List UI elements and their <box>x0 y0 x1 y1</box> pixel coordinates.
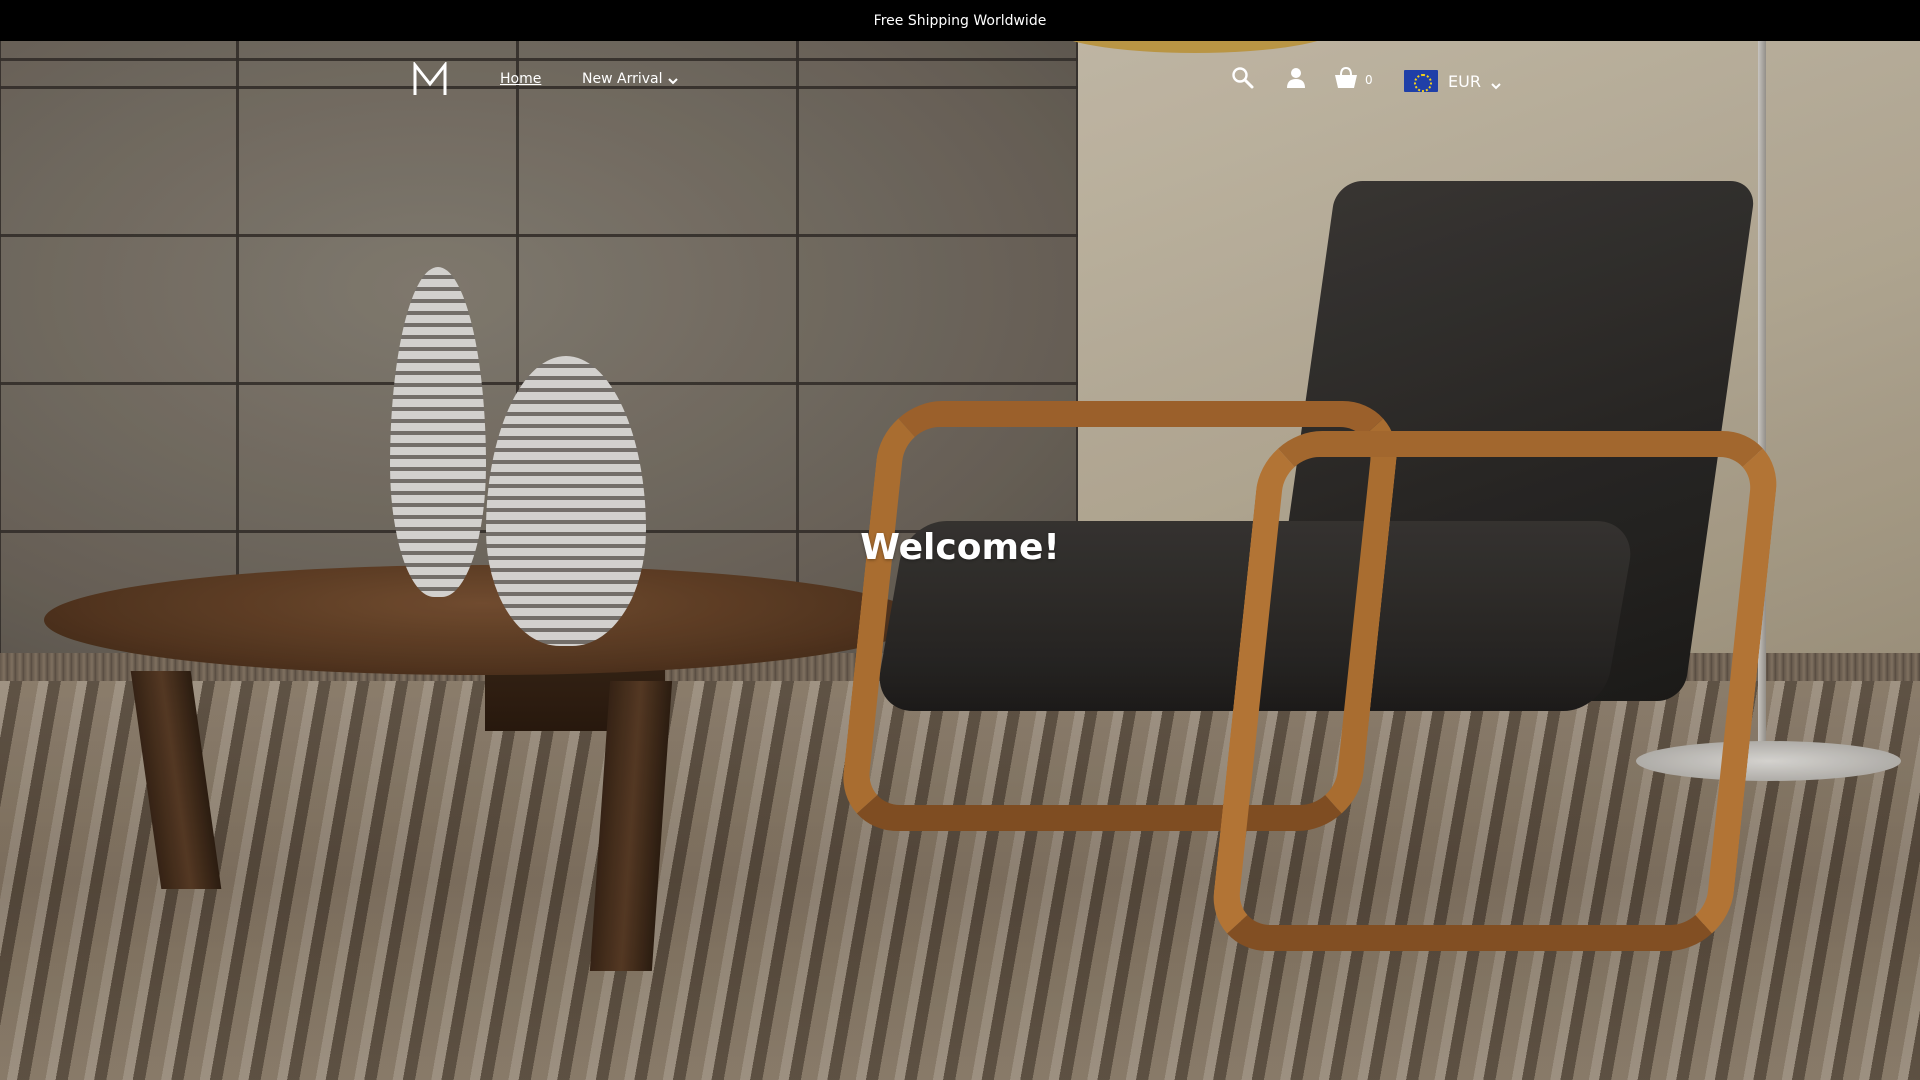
eu-flag-icon <box>1404 70 1438 92</box>
currency-selector[interactable]: EUR <box>1404 68 1501 94</box>
search-icon[interactable] <box>1230 65 1256 91</box>
announcement-bar: Free Shipping Worldwide <box>0 0 1920 41</box>
nav-new-arrival-link[interactable]: New Arrival <box>582 71 679 87</box>
nav-home-link[interactable]: Home <box>500 71 541 87</box>
hero-title: Welcome! <box>860 527 1060 568</box>
currency-code: EUR <box>1448 71 1481 91</box>
announcement-text: Free Shipping Worldwide <box>873 12 1047 29</box>
nav-home-label: Home <box>500 71 542 87</box>
chevron-down-icon <box>668 74 679 85</box>
site-header: Home New Arrival 0 EUR <box>0 41 1920 121</box>
cart-icon[interactable] <box>1333 65 1359 91</box>
cart-count-badge: 0 <box>1365 73 1373 87</box>
monogram-m-logo-icon[interactable] <box>412 60 448 98</box>
nav-new-arrival-label: New Arrival <box>582 71 663 87</box>
chevron-down-icon <box>1491 76 1501 90</box>
account-icon[interactable] <box>1283 65 1309 91</box>
